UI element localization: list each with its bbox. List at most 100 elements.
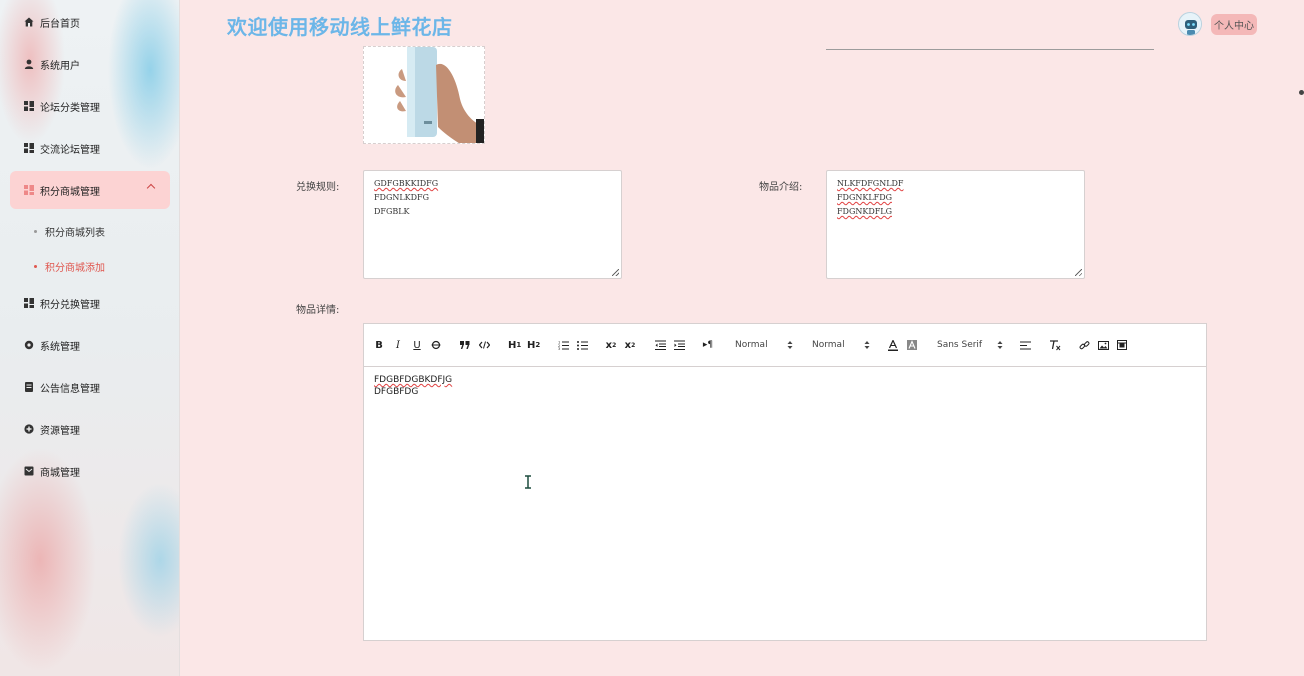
size-select[interactable]: Normal bbox=[812, 338, 870, 352]
details-label: 物品详情: bbox=[296, 305, 340, 316]
field-underline bbox=[826, 49, 1154, 50]
sidebar-subitem-points-mall-add[interactable]: 积分商城添加 bbox=[34, 259, 105, 274]
sidebar-item-home[interactable]: 后台首页 bbox=[10, 3, 170, 41]
text-line: GDFGBKKIDFG bbox=[374, 179, 439, 188]
sidebar-item-mall[interactable]: 商城管理 bbox=[10, 452, 170, 490]
editor-line: FDGBFDGBKDFJG bbox=[374, 375, 453, 385]
select-arrows-icon bbox=[864, 341, 870, 349]
sidebar: 后台首页 系统用户 论坛分类管理 交流论坛管理 积分商城管理 积分商城列表 积分… bbox=[0, 0, 180, 676]
grid-icon bbox=[24, 101, 34, 111]
site-title: 欢迎使用移动线上鲜花店 bbox=[227, 15, 453, 39]
bullet-list-button[interactable] bbox=[576, 338, 588, 352]
text-direction-button[interactable]: ▸¶ bbox=[702, 338, 714, 352]
text-line: FDGNKLFDG bbox=[837, 193, 892, 202]
bullet-dot bbox=[34, 265, 37, 268]
sidebar-item-forum[interactable]: 交流论坛管理 bbox=[10, 129, 170, 167]
align-button[interactable] bbox=[1019, 338, 1031, 352]
rules-label: 兑换规则: bbox=[296, 182, 340, 193]
sidebar-item-label: 交流论坛管理 bbox=[40, 144, 100, 156]
home-icon bbox=[24, 17, 34, 27]
sidebar-item-system[interactable]: 系统管理 bbox=[10, 326, 170, 364]
user-center-button[interactable]: 个人中心 bbox=[1211, 14, 1257, 35]
font-color-button[interactable] bbox=[887, 338, 899, 352]
h1-button[interactable]: H1 bbox=[508, 338, 521, 352]
superscript-button[interactable]: x2 bbox=[624, 338, 636, 352]
sidebar-item-resources[interactable]: 资源管理 bbox=[10, 410, 170, 448]
editor-toolbar: B I U H1 H2 123 x2 x2 ▸¶ Normal Normal S… bbox=[364, 324, 1206, 367]
bold-button[interactable]: B bbox=[373, 338, 385, 352]
subscript-button[interactable]: x2 bbox=[605, 338, 617, 352]
editor-line: DFGBFDG bbox=[374, 387, 419, 397]
video-icon bbox=[1117, 340, 1127, 350]
ordered-list-button[interactable]: 123 bbox=[557, 338, 569, 352]
video-button[interactable] bbox=[1116, 338, 1128, 352]
strikethrough-icon bbox=[431, 340, 441, 350]
grid-icon bbox=[24, 143, 34, 153]
document-icon bbox=[24, 382, 34, 392]
blockquote-button[interactable] bbox=[459, 338, 471, 352]
background-color-icon bbox=[907, 340, 917, 350]
resize-handle[interactable] bbox=[612, 269, 619, 276]
font-select[interactable]: Sans Serif bbox=[937, 338, 1003, 352]
sidebar-item-label: 商城管理 bbox=[40, 467, 80, 479]
outdent-button[interactable] bbox=[654, 338, 666, 352]
editor-content[interactable]: FDGBFDGBKDFJG DFGBFDG bbox=[374, 374, 452, 398]
gear-icon bbox=[24, 340, 34, 350]
sidebar-item-label: 积分商城管理 bbox=[40, 186, 100, 198]
sidebar-subitem-points-mall-list[interactable]: 积分商城列表 bbox=[34, 224, 105, 239]
resize-handle[interactable] bbox=[1075, 269, 1082, 276]
select-arrows-icon bbox=[997, 341, 1003, 349]
robot-avatar-icon bbox=[1179, 13, 1201, 35]
header-select[interactable]: Normal bbox=[735, 338, 793, 352]
intro-label: 物品介绍: bbox=[759, 182, 803, 193]
sidebar-item-users[interactable]: 系统用户 bbox=[10, 45, 170, 83]
font-color-icon bbox=[888, 339, 898, 351]
sidebar-item-label: 系统用户 bbox=[40, 60, 80, 72]
text-cursor-icon bbox=[525, 475, 531, 489]
strike-button[interactable] bbox=[430, 338, 442, 352]
text-line: DFGBLK bbox=[374, 207, 410, 216]
avatar[interactable] bbox=[1178, 12, 1202, 36]
text-line: FDGNKDFLG bbox=[837, 207, 892, 216]
code-icon bbox=[478, 341, 490, 349]
grid-icon bbox=[24, 298, 34, 308]
ordered-list-icon: 123 bbox=[558, 341, 569, 350]
outdent-icon bbox=[654, 340, 666, 350]
sidebar-item-label: 公告信息管理 bbox=[40, 383, 100, 395]
sidebar-subitem-label: 积分商城添加 bbox=[45, 263, 105, 274]
header-select-value: Normal bbox=[735, 340, 768, 350]
h2-button[interactable]: H2 bbox=[527, 338, 540, 352]
grid-icon bbox=[24, 185, 34, 195]
sidebar-item-label: 后台首页 bbox=[40, 18, 80, 30]
select-arrows-icon bbox=[787, 341, 793, 349]
intro-textarea[interactable]: NLKFDFGNLDF FDGNKLFDG FDGNKDFLG bbox=[826, 170, 1085, 279]
mail-icon bbox=[24, 466, 34, 476]
scroll-indicator bbox=[1299, 90, 1304, 95]
text-line: FDGNLKDFG bbox=[374, 193, 429, 202]
product-image-preview[interactable] bbox=[363, 46, 485, 144]
italic-button[interactable]: I bbox=[392, 338, 404, 352]
sidebar-item-label: 积分兑换管理 bbox=[40, 299, 100, 311]
svg-text:3: 3 bbox=[558, 347, 560, 350]
rich-text-editor[interactable]: B I U H1 H2 123 x2 x2 ▸¶ Normal Normal S… bbox=[363, 323, 1207, 641]
rules-textarea[interactable]: GDFGBKKIDFG FDGNLKDFG DFGBLK bbox=[363, 170, 622, 279]
link-button[interactable] bbox=[1078, 338, 1090, 352]
indent-button[interactable] bbox=[673, 338, 685, 352]
image-button[interactable] bbox=[1097, 338, 1109, 352]
quote-icon bbox=[460, 341, 470, 349]
image-icon bbox=[1097, 340, 1109, 350]
sidebar-item-announcements[interactable]: 公告信息管理 bbox=[10, 368, 170, 406]
bullet-dot bbox=[34, 230, 37, 233]
background-color-button[interactable] bbox=[906, 338, 918, 352]
sidebar-item-points-mall[interactable]: 积分商城管理 bbox=[10, 171, 170, 209]
code-block-button[interactable] bbox=[478, 338, 490, 352]
sidebar-item-label: 论坛分类管理 bbox=[40, 102, 100, 114]
sidebar-item-forum-category[interactable]: 论坛分类管理 bbox=[10, 87, 170, 125]
size-select-value: Normal bbox=[812, 340, 845, 350]
clean-format-button[interactable] bbox=[1049, 338, 1061, 352]
chevron-up-icon bbox=[146, 183, 156, 193]
sidebar-item-points-exchange[interactable]: 积分兑换管理 bbox=[10, 284, 170, 322]
clear-format-icon bbox=[1050, 339, 1061, 350]
underline-button[interactable]: U bbox=[411, 338, 423, 352]
bullet-list-icon bbox=[576, 341, 588, 350]
